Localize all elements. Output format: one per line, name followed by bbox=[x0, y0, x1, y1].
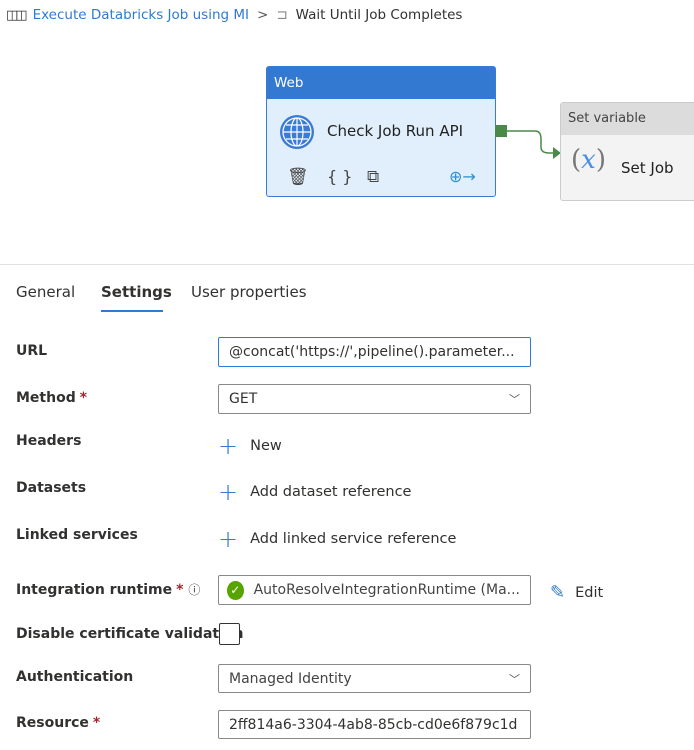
method-select[interactable]: GET ﹀ bbox=[218, 384, 531, 414]
web-activity-node[interactable]: Web Check Job Run API 🗑 { } ⧉ ⊕→ bbox=[266, 66, 496, 197]
resource-label: Resource * bbox=[16, 715, 101, 731]
headers-label: Headers bbox=[16, 433, 82, 449]
active-tab-indicator bbox=[101, 310, 163, 312]
add-output-icon[interactable]: ⊕→ bbox=[449, 167, 476, 186]
tab-general[interactable]: General bbox=[16, 283, 75, 301]
variable-icon: (x) bbox=[571, 145, 606, 175]
add-linked-service-button[interactable]: + Add linked service reference bbox=[218, 527, 456, 551]
panel-divider bbox=[0, 264, 694, 265]
web-node-name: Check Job Run API bbox=[327, 122, 464, 140]
code-icon[interactable]: { } bbox=[327, 167, 352, 186]
url-label: URL bbox=[16, 343, 48, 359]
plus-icon: + bbox=[218, 478, 239, 506]
resource-input[interactable]: 2ff814a6-3304-4ab8-85cb-cd0e6f879c1d bbox=[218, 710, 531, 739]
authentication-label: Authentication bbox=[16, 669, 134, 685]
new-header-button[interactable]: + New bbox=[218, 434, 282, 458]
integration-runtime-label: Integration runtime * ⓘ bbox=[16, 582, 201, 598]
authentication-select[interactable]: Managed Identity ﹀ bbox=[218, 664, 531, 693]
pipeline-icon: ◫◫ bbox=[6, 7, 28, 23]
setvar-node-name: Set Job bbox=[621, 159, 674, 177]
copy-icon[interactable]: ⧉ bbox=[367, 167, 379, 187]
edit-ir-button[interactable]: ✎ Edit bbox=[550, 582, 603, 603]
setvar-node-type: Set variable bbox=[561, 103, 694, 135]
info-icon[interactable]: ⓘ bbox=[188, 583, 200, 597]
set-variable-node[interactable]: Set variable (x) Set Job bbox=[560, 102, 694, 201]
plus-icon: + bbox=[218, 525, 239, 553]
disable-cert-label: Disable certificate validation bbox=[16, 626, 244, 642]
method-label: Method * bbox=[16, 390, 88, 406]
url-input[interactable]: @concat('https://',pipeline().parameter.… bbox=[218, 337, 531, 367]
plus-icon: + bbox=[218, 432, 239, 460]
chevron-down-icon: ﹀ bbox=[509, 672, 520, 686]
breadcrumb-separator: > bbox=[257, 7, 269, 23]
add-dataset-button[interactable]: + Add dataset reference bbox=[218, 480, 411, 504]
check-circle-icon: ✓ bbox=[227, 580, 244, 600]
breadcrumb-pipeline-link[interactable]: Execute Databricks Job using MI bbox=[33, 7, 249, 23]
datasets-label: Datasets bbox=[16, 480, 87, 496]
until-activity-icon: ⊐ bbox=[276, 7, 288, 23]
web-node-type: Web bbox=[267, 67, 495, 99]
chevron-down-icon: ﹀ bbox=[509, 393, 520, 406]
integration-runtime-select[interactable]: ✓ AutoResolveIntegrationRuntime (Ma... bbox=[218, 575, 531, 605]
linked-services-label: Linked services bbox=[16, 527, 138, 543]
tab-settings[interactable]: Settings bbox=[101, 283, 172, 301]
delete-icon[interactable]: 🗑 bbox=[287, 167, 309, 187]
disable-cert-checkbox[interactable] bbox=[219, 623, 240, 645]
breadcrumb-activity[interactable]: Wait Until Job Completes bbox=[296, 7, 463, 23]
success-connector bbox=[505, 130, 561, 159]
pencil-icon: ✎ bbox=[550, 582, 566, 603]
breadcrumb: ◫◫ Execute Databricks Job using MI > ⊐ W… bbox=[6, 7, 462, 23]
tab-user-properties[interactable]: User properties bbox=[191, 283, 307, 301]
globe-icon bbox=[280, 115, 314, 149]
